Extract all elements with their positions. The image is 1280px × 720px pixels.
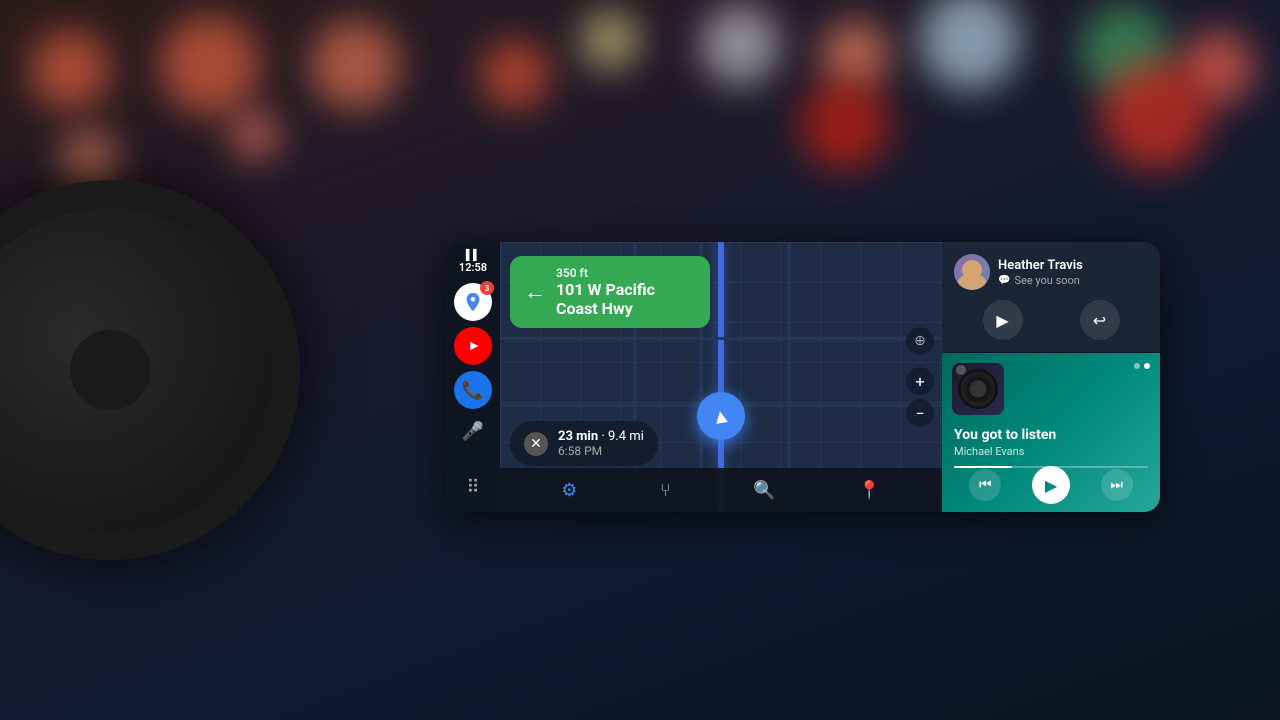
hroad-1 bbox=[500, 337, 942, 340]
nav-directions: 350 ft 101 W PacificCoast Hwy bbox=[556, 266, 655, 318]
bokeh-6 bbox=[700, 5, 780, 85]
song-title: You got to listen bbox=[954, 427, 1148, 443]
message-preview-text: See you soon bbox=[1014, 274, 1079, 287]
status-bar: ▌▌ 12:58 bbox=[459, 250, 487, 273]
message-type-icon: 💬 bbox=[998, 275, 1010, 286]
bokeh-12 bbox=[230, 110, 280, 160]
eta-card: ✕ 23 min · 9.4 mi 6:58 PM bbox=[510, 421, 658, 466]
cursor-arrow-icon: ▲ bbox=[709, 402, 733, 430]
music-controls: ⏮ ▶ ⏭ bbox=[954, 466, 1148, 504]
zoom-out-button[interactable]: − bbox=[906, 399, 934, 427]
map-toolbar: ⚙ ⑂ 🔍 📍 bbox=[500, 468, 942, 512]
music-info: You got to listen Michael Evans bbox=[954, 427, 1148, 468]
sidebar: ▌▌ 12:58 📞 🎤 ⠿ bbox=[446, 242, 500, 512]
nav-instruction-card: ← 350 ft 101 W PacificCoast Hwy bbox=[510, 256, 710, 328]
bokeh-1 bbox=[30, 30, 110, 110]
sidebar-item-youtube[interactable] bbox=[454, 327, 492, 365]
mic-button[interactable]: 🎤 bbox=[456, 415, 490, 448]
pin-toolbar-button[interactable]: 📍 bbox=[850, 476, 888, 505]
nav-distance: 350 ft bbox=[556, 266, 655, 280]
apps-button[interactable]: ⠿ bbox=[460, 471, 485, 504]
play-message-button[interactable]: ▶ bbox=[983, 300, 1023, 340]
bokeh-2 bbox=[160, 15, 260, 115]
reply-message-button[interactable]: ↩ bbox=[1080, 300, 1120, 340]
nav-cursor: ▲ bbox=[697, 392, 745, 440]
eta-close-button[interactable]: ✕ bbox=[524, 432, 548, 456]
zoom-in-button[interactable]: + bbox=[906, 367, 934, 395]
bokeh-red-1 bbox=[800, 80, 890, 170]
message-card: Heather Travis 💬 See you soon ▶ ↩ bbox=[942, 242, 1160, 353]
turn-arrow-icon: ← bbox=[524, 279, 546, 305]
bokeh-3 bbox=[310, 20, 400, 110]
map-controls: ⊕ + − bbox=[906, 327, 934, 427]
contact-name: Heather Travis bbox=[998, 258, 1148, 273]
dot-2 bbox=[1144, 363, 1150, 369]
sidebar-item-phone[interactable]: 📞 bbox=[454, 371, 492, 409]
bokeh-5 bbox=[580, 10, 640, 70]
prev-track-button[interactable]: ⏮ bbox=[969, 469, 1001, 501]
record-indicator bbox=[956, 365, 966, 375]
play-pause-button[interactable]: ▶ bbox=[1032, 466, 1070, 504]
eta-info: 23 min · 9.4 mi 6:58 PM bbox=[558, 429, 644, 458]
music-card: You got to listen Michael Evans ⏮ ▶ ⏭ bbox=[942, 353, 1160, 512]
search-toolbar-button[interactable]: 🔍 bbox=[745, 476, 783, 505]
clock: 12:58 bbox=[459, 262, 487, 273]
sidebar-item-maps[interactable] bbox=[454, 283, 492, 321]
message-info: Heather Travis 💬 See you soon bbox=[998, 258, 1148, 287]
bokeh-8 bbox=[920, 0, 1020, 90]
vinyl-record-icon bbox=[958, 369, 998, 409]
song-artist: Michael Evans bbox=[954, 445, 1148, 458]
music-page-dots bbox=[1134, 363, 1150, 369]
settings-toolbar-button[interactable]: ⚙ bbox=[553, 476, 585, 505]
bokeh-4 bbox=[480, 40, 550, 110]
compass-button[interactable]: ⊕ bbox=[906, 327, 934, 355]
message-header: Heather Travis 💬 See you soon bbox=[954, 254, 1148, 290]
message-actions: ▶ ↩ bbox=[954, 300, 1148, 340]
eta-arrival: 6:58 PM bbox=[558, 444, 644, 458]
dot-1 bbox=[1134, 363, 1140, 369]
right-panel: Heather Travis 💬 See you soon ▶ ↩ bbox=[942, 242, 1160, 512]
cursor-circle: ▲ bbox=[697, 392, 745, 440]
message-preview-row: 💬 See you soon bbox=[998, 274, 1148, 287]
android-auto-display: ▌▌ 12:58 📞 🎤 ⠿ bbox=[446, 242, 1160, 512]
contact-avatar bbox=[954, 254, 990, 290]
next-track-button[interactable]: ⏭ bbox=[1101, 469, 1133, 501]
nav-street: 101 W PacificCoast Hwy bbox=[556, 280, 655, 318]
map-view[interactable]: ← 350 ft 101 W PacificCoast Hwy ✕ 23 min… bbox=[500, 242, 942, 512]
signal-icon: ▌▌ bbox=[466, 250, 480, 261]
route-toolbar-button[interactable]: ⑂ bbox=[652, 476, 679, 505]
bokeh-7 bbox=[820, 20, 890, 90]
bokeh-red-2 bbox=[1100, 60, 1210, 170]
eta-time: 23 min · 9.4 mi bbox=[558, 429, 644, 444]
